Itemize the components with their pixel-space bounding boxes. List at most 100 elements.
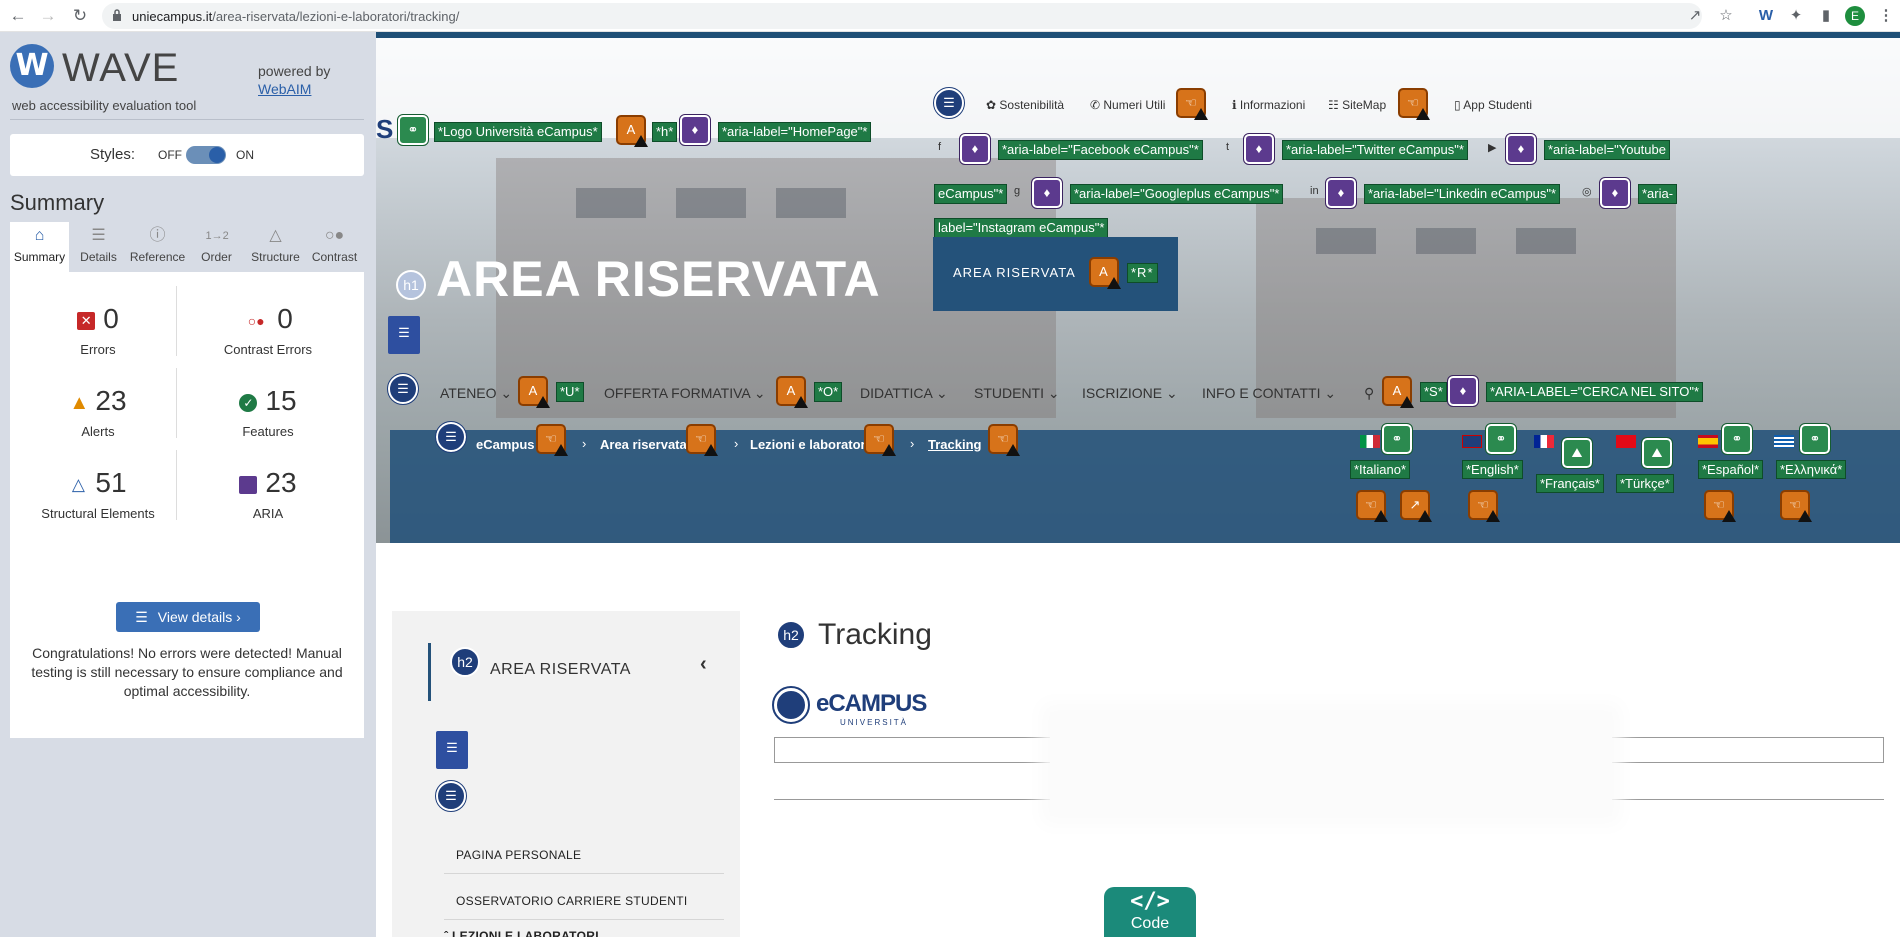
wave-alert-icon[interactable]: A: [616, 115, 648, 147]
wave-list-icon[interactable]: ☰: [387, 373, 419, 405]
tab-contrast[interactable]: ○● Contrast: [305, 222, 364, 272]
wave-link-feature-icon[interactable]: ⚭: [1799, 423, 1831, 455]
chevron-left-icon[interactable]: ‹: [700, 653, 707, 676]
wave-alert-icon[interactable]: ☜: [686, 424, 718, 456]
wave-link-feature-icon[interactable]: ⚭: [1721, 423, 1753, 455]
wave-alert-icon[interactable]: ☜: [536, 424, 568, 456]
side-item-osservatorio[interactable]: OSSERVATORIO CARRIERE STUDENTI: [456, 894, 687, 908]
wave-alert-icon[interactable]: ☜: [864, 424, 896, 456]
language-greek[interactable]: *Ελληνικά*: [1776, 460, 1847, 479]
styles-toggle[interactable]: [186, 146, 226, 164]
side-item-lezioni[interactable]: ˆ LEZIONI E LABORATORI: [444, 929, 599, 937]
wave-alert-icon[interactable]: ↗: [1400, 490, 1432, 522]
wave-alert-icon[interactable]: A: [1382, 376, 1414, 408]
utility-link-informazioni[interactable]: ℹ Informazioni: [1232, 98, 1305, 112]
menu-studenti[interactable]: STUDENTI ⌄: [974, 385, 1060, 402]
tab-order[interactable]: 1→2 Order: [187, 222, 246, 272]
wave-alert-icon[interactable]: ☜: [1780, 490, 1812, 522]
language-turkce[interactable]: *Türkçe*: [1616, 474, 1674, 493]
wave-html5-icon[interactable]: ☰: [388, 316, 420, 354]
menu-offerta-formativa[interactable]: OFFERTA FORMATIVA ⌄: [604, 385, 766, 402]
address-bar[interactable]: uniecampus.it/area-riservata/lezioni-e-l…: [102, 3, 1702, 29]
wave-alert-icon[interactable]: ☜: [1398, 88, 1430, 120]
wave-aria-icon[interactable]: ♦: [1325, 177, 1357, 209]
breadcrumb-lezioni[interactable]: Lezioni e laboratori: [750, 437, 869, 452]
forward-icon[interactable]: →: [36, 4, 60, 28]
tab-reference[interactable]: ⓘ Reference: [128, 222, 187, 272]
wave-aria-icon[interactable]: ♦: [679, 114, 711, 146]
youtube-icon[interactable]: ▶: [1488, 141, 1496, 154]
wave-aria-icon[interactable]: ♦: [1243, 133, 1275, 165]
menu-info-contatti[interactable]: INFO E CONTATTI ⌄: [1202, 385, 1336, 402]
language-espanol[interactable]: *Español*: [1698, 460, 1764, 479]
language-francais[interactable]: *Français*: [1536, 474, 1604, 493]
wave-alert-icon[interactable]: A: [1089, 257, 1121, 289]
stat-structural[interactable]: △ 51 Structural Elements: [18, 466, 178, 521]
wave-image-feature-icon[interactable]: ⛰: [1561, 437, 1593, 469]
utility-link-numeri[interactable]: ✆ Numeri Utili: [1090, 98, 1165, 112]
wave-link-feature-icon[interactable]: ⚭: [1381, 423, 1413, 455]
tab-summary[interactable]: ⌂ Summary: [10, 222, 69, 272]
linkedin-icon[interactable]: in: [1310, 185, 1319, 197]
facebook-icon[interactable]: f: [938, 141, 941, 153]
tab-structure[interactable]: △ Structure: [246, 222, 305, 272]
star-icon[interactable]: ☆: [1714, 4, 1738, 28]
wave-aria-icon[interactable]: ♦: [1031, 177, 1063, 209]
stat-aria[interactable]: 23 ARIA: [188, 466, 348, 521]
puzzle-icon[interactable]: ✦: [1784, 4, 1808, 28]
wave-h2-icon[interactable]: h2: [450, 647, 480, 677]
wave-image-feature-icon[interactable]: ⛰: [1641, 437, 1673, 469]
wave-alert-icon[interactable]: A: [518, 376, 550, 408]
webaim-link[interactable]: WebAIM: [258, 81, 311, 97]
wave-aria-icon[interactable]: ♦: [959, 133, 991, 165]
menu-iscrizione[interactable]: ISCRIZIONE ⌄: [1082, 385, 1178, 402]
wave-list-icon[interactable]: ☰: [435, 421, 467, 453]
reload-icon[interactable]: ↻: [68, 4, 92, 28]
wave-h1-icon[interactable]: h1: [396, 270, 426, 300]
tab-details[interactable]: ☰ Details: [69, 222, 128, 272]
breadcrumb-home[interactable]: eCampus: [476, 437, 535, 452]
wave-aria-icon[interactable]: ♦: [1447, 375, 1479, 407]
wave-list-icon[interactable]: ☰: [933, 87, 965, 119]
wave-alert-icon[interactable]: A: [776, 376, 808, 408]
wave-link-feature-icon[interactable]: ⚭: [1485, 423, 1517, 455]
stat-features[interactable]: ✓ 15 Features: [188, 384, 348, 439]
language-italiano[interactable]: *Italiano*: [1350, 460, 1411, 479]
sidepanel-icon[interactable]: ▮: [1814, 4, 1838, 28]
back-icon[interactable]: ←: [6, 4, 30, 28]
wave-alert-icon[interactable]: ☜: [1356, 490, 1388, 522]
stat-errors[interactable]: ✕ 0 Errors: [18, 302, 178, 357]
view-details-button[interactable]: ☰ View details ›: [116, 602, 260, 632]
menu-ateneo[interactable]: ATENEO ⌄: [440, 385, 512, 402]
wave-link-feature-icon[interactable]: ⚭: [397, 114, 429, 146]
breadcrumb-current[interactable]: Tracking: [928, 437, 981, 452]
wave-alert-icon[interactable]: ☜: [1176, 88, 1208, 120]
area-riservata-button[interactable]: AREA RISERVATA A *R*: [933, 237, 1178, 311]
language-english[interactable]: *English*: [1462, 460, 1523, 479]
wave-extension-icon[interactable]: W: [1754, 4, 1778, 28]
instagram-icon[interactable]: ◎: [1582, 185, 1592, 198]
side-item-pagina-personale[interactable]: PAGINA PERSONALE: [456, 848, 581, 862]
wave-aria-icon[interactable]: ♦: [1599, 177, 1631, 209]
stat-alerts[interactable]: ▲ 23 Alerts: [18, 384, 178, 439]
wave-aria-icon[interactable]: ♦: [1505, 133, 1537, 165]
wave-alert-icon[interactable]: ☜: [988, 424, 1020, 456]
breadcrumb-area-riservata[interactable]: Area riservata: [600, 437, 687, 452]
share-icon[interactable]: ↗: [1683, 4, 1707, 28]
wave-html5-icon[interactable]: ☰: [436, 731, 468, 769]
utility-link-sostenibilita[interactable]: ✿ Sostenibilità: [986, 98, 1064, 112]
profile-avatar[interactable]: E: [1845, 6, 1865, 26]
utility-link-sitemap[interactable]: ☷ SiteMap: [1328, 98, 1386, 112]
menu-didattica[interactable]: DIDATTICA ⌄: [860, 385, 948, 402]
code-toggle-button[interactable]: </> Code: [1104, 887, 1196, 937]
wave-list-icon[interactable]: ☰: [435, 780, 467, 812]
twitter-icon[interactable]: t: [1226, 141, 1229, 153]
menu-kebab-icon[interactable]: ⋮: [1874, 4, 1898, 28]
search-icon[interactable]: ⚲: [1364, 385, 1374, 402]
googleplus-icon[interactable]: g: [1014, 185, 1020, 197]
wave-alert-icon[interactable]: ☜: [1704, 490, 1736, 522]
utility-link-app[interactable]: ▯ App Studenti: [1454, 98, 1532, 112]
stat-contrast[interactable]: ○● 0 Contrast Errors: [188, 302, 348, 357]
wave-alert-icon[interactable]: ☜: [1468, 490, 1500, 522]
wave-h2-icon[interactable]: h2: [776, 620, 806, 650]
